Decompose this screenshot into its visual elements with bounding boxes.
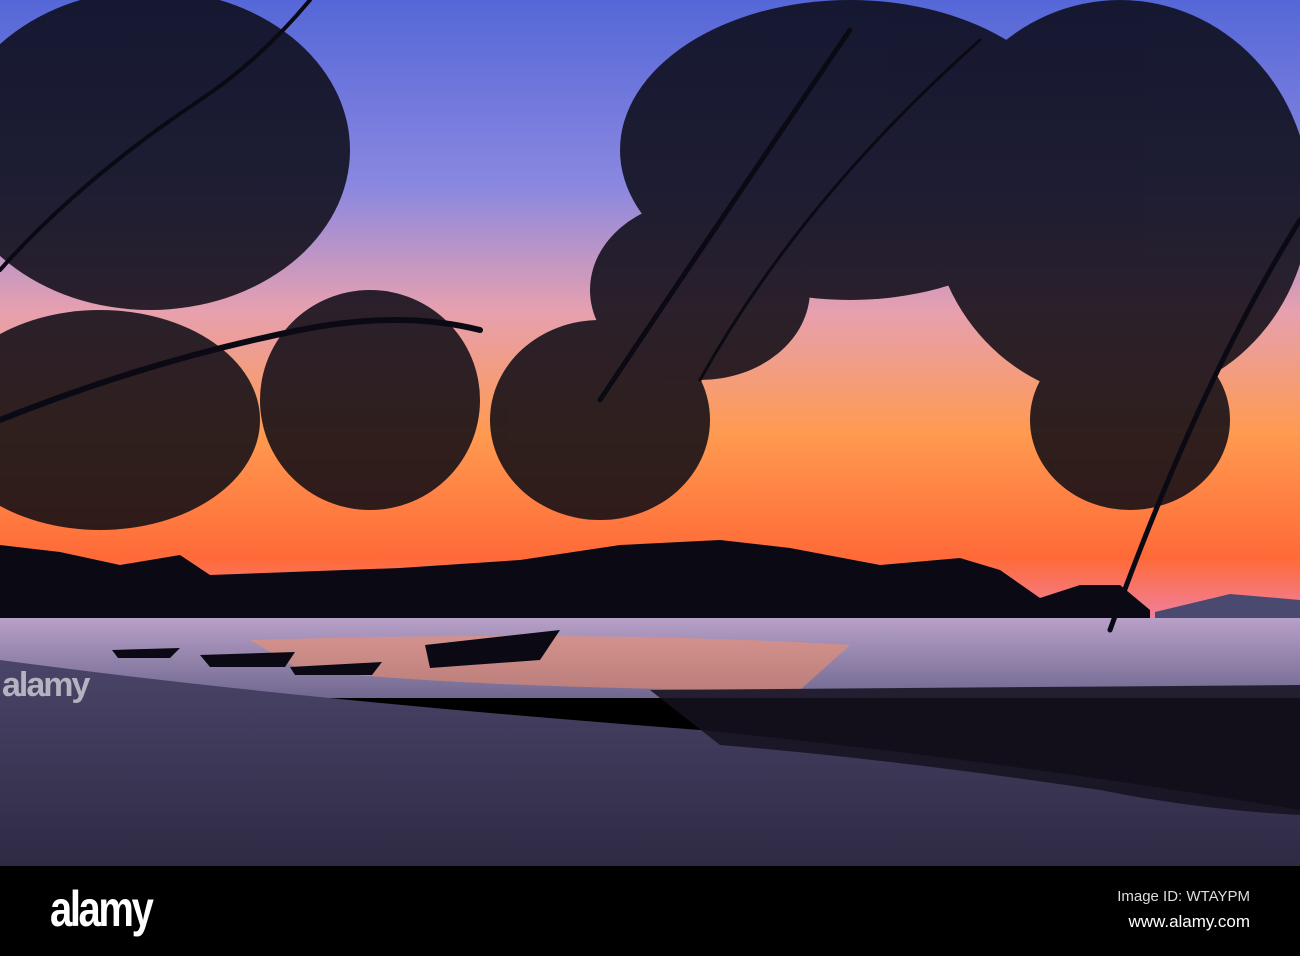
watermark-text: alamy: [2, 666, 90, 704]
alamy-logo: alamy: [50, 881, 154, 937]
image-id: Image ID: WTAYPM: [1117, 888, 1250, 905]
photo-frame: alamy alamy Image ID: WTAYPM www.alamy.c…: [0, 0, 1300, 956]
pine-needles: [0, 0, 1300, 530]
site-url: www.alamy.com: [1128, 912, 1250, 931]
sunset-beach-photo: [0, 0, 1300, 866]
footer-bar: alamy Image ID: WTAYPM www.alamy.com: [0, 866, 1300, 956]
